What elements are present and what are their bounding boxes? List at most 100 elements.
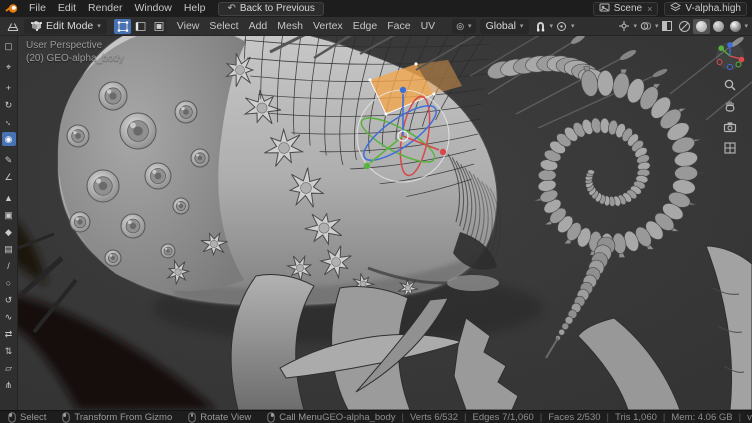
stat-separator: | [739,412,741,423]
back-to-previous-button[interactable]: ↶ Back to Previous [218,2,323,16]
tool-shear[interactable]: ▱ [2,361,16,375]
scene-selector[interactable]: Scene × [593,2,659,16]
topbar: FileEditRenderWindowHelp ↶ Back to Previ… [0,0,752,17]
stat-segment: Mem: 4.06 GB [671,412,732,423]
tool-knife[interactable]: / [2,259,16,273]
viewport-menu-face[interactable]: Face [382,17,415,36]
menu-render[interactable]: Render [82,0,128,17]
tool-inset-faces[interactable]: ▣ [2,208,16,222]
scene-statistics: GEO-alpha_body|Verts 6/532|Edges 7/1,060… [322,412,752,423]
editor-type-button[interactable] [4,19,22,34]
shading-wireframe-button[interactable] [676,19,693,34]
tool-poly-build[interactable]: ○ [2,276,16,290]
view-layer-selector[interactable]: V-alpha.high [664,2,747,16]
navigation-gizmo[interactable] [715,41,745,71]
menu-file[interactable]: File [23,0,52,17]
shading-rendered-button[interactable] [727,19,744,34]
stat-separator: | [663,412,665,423]
tool-bevel[interactable]: ◆ [2,225,16,239]
pan-hand-icon[interactable] [723,99,737,113]
tool-extrude-region[interactable]: ▲ [2,191,16,205]
orientation-label: Global [486,20,516,32]
chevron-down-icon: ▾ [97,22,101,30]
shading-material-button[interactable] [710,19,727,34]
scene-icon [599,2,610,15]
tool-cursor[interactable]: ⌖ [2,60,16,74]
stat-separator: | [464,412,466,423]
tool-rotate[interactable]: ↻ [2,98,16,112]
viewport-menu-vertex[interactable]: Vertex [308,17,348,36]
viewport-menu-edge[interactable]: Edge [348,17,383,36]
wireframe-shading-icon [679,21,690,32]
tool-column: ▢ ⌖ + ↻↔◉ ✎ ∠ ▲ ▣ ◆ ▤ / ○ ↺ ∿ ⇄ ⇅ ▱ ⋔ [0,36,18,410]
hint-select: Select [8,412,46,423]
stat-separator: | [540,412,542,423]
chevron-down-icon: ▾ [468,22,472,30]
viewport-menu-select[interactable]: Select [204,17,243,36]
pivot-point-dropdown[interactable]: ◎ ▾ [452,19,475,34]
menu-edit[interactable]: Edit [52,0,82,17]
view-layer-icon [670,2,681,15]
chevron-down-icon: ▾ [520,22,524,30]
hint-transform-from-gizmo: Transform From Gizmo [62,412,172,423]
blender-logo[interactable] [5,3,19,14]
mouse-left-icon [62,412,70,423]
tool-scale[interactable]: ↔ [0,112,18,132]
mouse-middle-icon [188,412,196,423]
stat-segment: Faces 2/530 [548,412,600,423]
stat-segment: GEO-alpha_body [322,412,395,423]
viewport-menu-mesh[interactable]: Mesh [272,17,308,36]
back-to-previous-label: Back to Previous [240,3,315,14]
tool-transform[interactable]: ◉ [2,132,16,146]
tool-measure[interactable]: ∠ [2,170,16,184]
edit-mode-icon [30,19,42,34]
blender-window: FileEditRenderWindowHelp ↶ Back to Previ… [0,0,752,423]
mode-dropdown[interactable]: Edit Mode ▾ [24,19,107,34]
tool-spin[interactable]: ↺ [2,293,16,307]
tool-select-box[interactable]: ▢ [2,39,16,53]
keymap-hints: SelectTransform From GizmoRotate ViewCal… [8,412,322,423]
stat-segment: v2.80.74 [747,412,752,423]
stat-separator: | [402,412,404,423]
proportional-edit-button[interactable] [553,19,571,34]
statusbar: SelectTransform From GizmoRotate ViewCal… [0,410,752,423]
stat-segment: Tris 1,060 [615,412,657,423]
tool-shrink-fatten[interactable]: ⇅ [2,344,16,358]
tool-rip-region[interactable]: ⋔ [2,378,16,392]
orientation-dropdown[interactable]: Global ▾ [480,19,530,34]
tool-smooth[interactable]: ∿ [2,310,16,324]
perspective-toggle-icon[interactable] [723,141,737,155]
viewport-menu-view[interactable]: View [172,17,205,36]
hint-label: Call Menu [279,412,322,423]
viewport-menu-uv[interactable]: UV [416,17,441,36]
tool-annotate[interactable]: ✎ [2,153,16,167]
zoom-icon[interactable] [723,78,737,92]
face-select-mode-button[interactable] [150,19,167,34]
show-gizmo-button[interactable] [615,19,633,34]
proportional-options-chevron[interactable]: ▾ [571,22,575,30]
hint-label: Transform From Gizmo [74,412,172,423]
snap-toggle-button[interactable] [531,19,549,34]
show-overlays-button[interactable] [637,19,655,34]
mode-label: Edit Mode [46,20,93,32]
vertex-select-mode-button[interactable] [114,19,131,34]
menu-help[interactable]: Help [178,0,212,17]
viewport-3d[interactable]: User Perspective (20) GEO-alpha_body [18,36,752,410]
tool-move[interactable]: + [2,81,16,95]
select-mode-group [114,19,167,34]
hint-call-menu: Call Menu [267,412,322,423]
xray-toggle-button[interactable] [658,19,676,34]
viewport-menu-add[interactable]: Add [244,17,273,36]
menu-window[interactable]: Window [128,0,177,17]
tool-edge-slide[interactable]: ⇄ [2,327,16,341]
viewport-canvas[interactable] [18,36,752,410]
edge-select-mode-button[interactable] [132,19,149,34]
tool-loop-cut[interactable]: ▤ [2,242,16,256]
shading-solid-button[interactable] [693,19,710,34]
camera-view-icon[interactable] [723,120,737,134]
hint-label: Select [20,412,46,423]
scene-unlink-icon[interactable]: × [647,4,652,14]
stat-segment: Verts 6/532 [410,412,458,423]
shading-options-chevron[interactable]: ▾ [744,22,748,30]
mouse-left-icon [8,412,16,423]
